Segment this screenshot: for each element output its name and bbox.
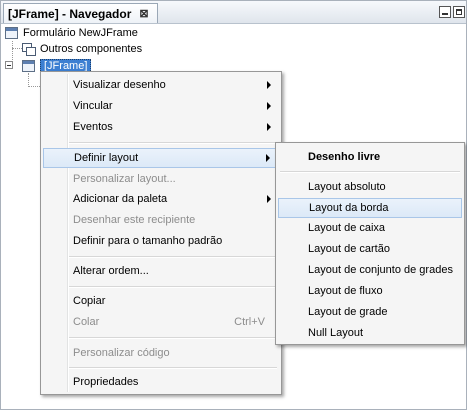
layout-submenu: Desenho livre Layout absoluto Layout da … <box>275 142 465 345</box>
menu-item-label: Personalizar layout... <box>73 173 176 185</box>
navigator-tab[interactable]: [JFrame] - Navegador ⊠ <box>3 3 158 23</box>
menu-item-desenhar-recipiente: Desenhar este recipiente <box>43 210 279 230</box>
submenu-item-layout-de-cartao[interactable]: Layout de cartão <box>278 239 462 259</box>
menu-item-label: Visualizar desenho <box>73 79 166 91</box>
menu-item-label: Definir para o tamanho padrão <box>73 235 223 247</box>
menu-item-label: Adicionar da paleta <box>73 193 168 205</box>
maximize-icon[interactable] <box>453 6 465 18</box>
menu-separator <box>69 142 277 144</box>
menu-item-adicionar-da-paleta[interactable]: Adicionar da paleta <box>43 189 279 209</box>
submenu-item-layout-de-fluxo[interactable]: Layout de fluxo <box>278 281 462 301</box>
menu-item-label: Definir layout <box>74 152 139 164</box>
submenu-arrow-icon <box>267 81 271 89</box>
menu-separator <box>69 337 277 339</box>
menu-separator <box>69 286 277 288</box>
menu-item-propriedades[interactable]: Propriedades <box>43 372 279 392</box>
menu-item-label: Propriedades <box>73 376 139 388</box>
menu-item-label: Layout absoluto <box>308 181 386 193</box>
menu-item-alterar-ordem[interactable]: Alterar ordem... <box>43 261 279 281</box>
menu-item-label: Colar <box>73 316 100 328</box>
menu-item-personalizar-codigo: Personalizar código <box>43 343 279 363</box>
submenu-arrow-icon <box>267 123 271 131</box>
menu-item-label: Copiar <box>73 295 106 307</box>
submenu-item-null-layout[interactable]: Null Layout <box>278 323 462 343</box>
menu-item-label: Eventos <box>73 121 113 133</box>
menu-item-eventos[interactable]: Eventos <box>43 117 279 137</box>
menu-separator <box>69 367 277 369</box>
menu-item-personalizar-layout: Personalizar layout... <box>43 169 279 189</box>
components-icon <box>22 43 36 56</box>
submenu-item-desenho-livre[interactable]: Desenho livre <box>278 147 462 167</box>
menu-item-label: Alterar ordem... <box>73 265 149 277</box>
menu-item-label: Vincular <box>73 100 113 112</box>
menu-item-label: Layout de fluxo <box>308 285 383 297</box>
menu-item-label: Layout de conjunto de grades <box>308 264 453 276</box>
tree-item-other-components[interactable]: Outros componentes <box>22 41 142 57</box>
tab-title: [JFrame] - Navegador <box>8 6 132 21</box>
menu-item-label: Layout de grade <box>308 306 388 318</box>
submenu-item-layout-absoluto[interactable]: Layout absoluto <box>278 177 462 197</box>
menu-item-label: Desenhar este recipiente <box>73 214 196 226</box>
menu-separator <box>69 256 277 258</box>
tree-item-form[interactable]: Formulário NewJFrame <box>5 25 138 41</box>
shortcut-label: Ctrl+V <box>234 316 265 328</box>
menu-item-copiar[interactable]: Copiar <box>43 291 279 311</box>
submenu-arrow-icon <box>266 154 270 162</box>
menu-item-tamanho-padrao[interactable]: Definir para o tamanho padrão <box>43 231 279 251</box>
submenu-arrow-icon <box>267 102 271 110</box>
tree-line <box>28 86 40 87</box>
menu-item-label: Desenho livre <box>308 151 381 163</box>
menu-item-visualizar-desenho[interactable]: Visualizar desenho <box>43 75 279 95</box>
collapse-icon[interactable] <box>5 61 13 69</box>
submenu-item-layout-da-borda[interactable]: Layout da borda <box>278 198 462 218</box>
menu-item-label: Personalizar código <box>73 347 170 359</box>
title-bar: [JFrame] - Navegador ⊠ <box>1 1 466 24</box>
menu-separator <box>280 171 460 173</box>
menu-item-vincular[interactable]: Vincular <box>43 96 279 116</box>
submenu-item-layout-de-caixa[interactable]: Layout de caixa <box>278 218 462 238</box>
menu-item-definir-layout[interactable]: Definir layout <box>43 148 279 168</box>
form-icon <box>5 27 18 39</box>
frame-icon <box>22 60 35 72</box>
tree-line <box>12 48 22 49</box>
menu-item-label: Null Layout <box>308 327 364 339</box>
menu-item-label: Layout de cartão <box>308 243 390 255</box>
context-menu: Visualizar desenho Vincular Eventos Defi… <box>40 71 282 395</box>
submenu-item-layout-de-grade[interactable]: Layout de grade <box>278 302 462 322</box>
tree-item-label: Formulário NewJFrame <box>23 27 138 39</box>
tree-item-label: Outros componentes <box>40 43 143 55</box>
submenu-item-layout-conjunto-grades[interactable]: Layout de conjunto de grades <box>278 260 462 280</box>
close-icon[interactable]: ⊠ <box>139 7 148 20</box>
minimize-icon[interactable] <box>439 6 451 18</box>
menu-item-label: Layout da borda <box>309 202 389 214</box>
submenu-arrow-icon <box>267 195 271 203</box>
tree-line <box>28 73 29 87</box>
menu-item-label: Layout de caixa <box>308 222 386 234</box>
menu-item-colar: Colar Ctrl+V <box>43 312 279 332</box>
